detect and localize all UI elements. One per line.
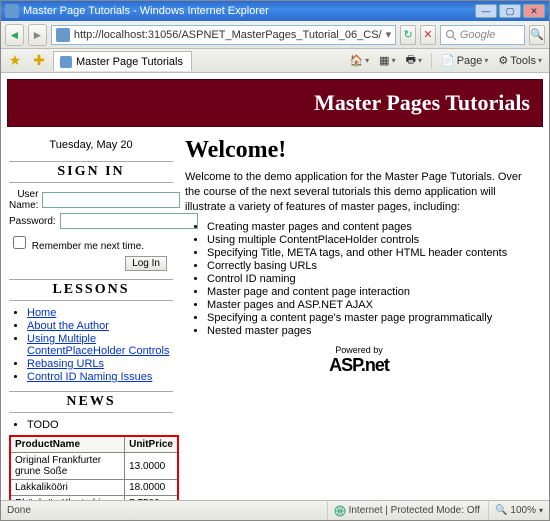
window-titlebar: Master Page Tutorials - Windows Internet… [1, 1, 549, 21]
aspnet-logo: ASP.net [185, 355, 533, 376]
address-url: http://localhost:31056/ASPNET_MasterPage… [74, 29, 382, 41]
list-item: About the Author [27, 320, 173, 332]
features-list: Creating master pages and content pages … [207, 221, 533, 337]
close-button[interactable]: ✕ [523, 4, 545, 18]
list-item: Correctly basing URLs [207, 260, 533, 272]
page-menu[interactable]: 📄 Page ▾ [438, 54, 491, 67]
tab-label: Master Page Tutorials [76, 56, 183, 68]
user-name-label: User Name: [9, 189, 42, 211]
password-label: Password: [9, 216, 60, 227]
right-column: Welcome! Welcome to the demo application… [179, 127, 543, 500]
page-banner: Master Pages Tutorials [7, 79, 543, 127]
status-bar: Done Internet | Protected Mode: Off 🔍100… [1, 500, 549, 520]
page-title: Welcome! [185, 137, 533, 164]
tools-menu[interactable]: ⚙ Tools ▾ [495, 54, 545, 67]
search-placeholder: Google [460, 29, 495, 41]
signin-heading: SIGN IN [9, 161, 173, 183]
list-item: TODO [27, 419, 173, 431]
lesson-link[interactable]: Rebasing URLs [27, 358, 104, 370]
search-go-button[interactable]: 🔍 [529, 25, 545, 45]
table-row: Lakkalikööri18.0000 [10, 480, 178, 496]
lesson-link[interactable]: Home [27, 307, 56, 319]
list-item: Master pages and ASP.NET AJAX [207, 299, 533, 311]
remember-label: Remember me next time. [32, 241, 144, 252]
news-list: TODO [27, 419, 173, 431]
feeds-button[interactable]: ▦▾ [376, 54, 398, 67]
lessons-list: Home About the Author Using Multiple Con… [27, 307, 173, 383]
status-left: Done [7, 505, 31, 516]
forward-button[interactable]: ► [28, 24, 47, 46]
login-button[interactable]: Log In [125, 256, 167, 271]
address-bar[interactable]: http://localhost:31056/ASPNET_MasterPage… [51, 25, 396, 45]
minimize-button[interactable]: — [475, 4, 497, 18]
list-item: Nested master pages [207, 325, 533, 337]
left-column: Tuesday, May 20 SIGN IN User Name: Passw… [7, 127, 179, 500]
list-item: Master page and content page interaction [207, 286, 533, 298]
products-grid: ProductName UnitPrice Original Frankfurt… [9, 435, 179, 500]
date-label: Tuesday, May 20 [9, 139, 173, 151]
page-viewport: Master Pages Tutorials Tuesday, May 20 S… [1, 73, 549, 500]
intro-text: Welcome to the demo application for the … [185, 170, 533, 215]
remember-checkbox[interactable] [13, 236, 26, 249]
list-item: Home [27, 307, 173, 319]
globe-icon [334, 505, 346, 517]
col-unitprice: UnitPrice [125, 436, 178, 453]
tab-active[interactable]: Master Page Tutorials [53, 51, 192, 71]
address-dropdown-icon[interactable]: ▾ [386, 28, 392, 41]
list-item: Control ID Naming Issues [27, 371, 173, 383]
col-productname: ProductName [10, 436, 125, 453]
nav-toolbar: ◄ ► http://localhost:31056/ASPNET_Master… [1, 21, 549, 49]
favorites-icon[interactable]: ★ [5, 51, 25, 71]
news-heading: NEWS [9, 391, 173, 413]
table-row: Original Frankfurter grune Soße13.0000 [10, 453, 178, 480]
window-title: Master Page Tutorials - Windows Internet… [23, 5, 269, 17]
lesson-link[interactable]: Using Multiple ContentPlaceHolder Contro… [27, 333, 169, 357]
list-item: Creating master pages and content pages [207, 221, 533, 233]
list-item: Rebasing URLs [27, 358, 173, 370]
maximize-button[interactable]: ▢ [499, 4, 521, 18]
list-item: Using Multiple ContentPlaceHolder Contro… [27, 333, 173, 357]
stop-button[interactable]: ✕ [420, 25, 436, 45]
table-row: Rhönbräu Klosterbier7.7500 [10, 496, 178, 501]
add-favorite-icon[interactable]: ✚ [29, 51, 49, 71]
list-item: Using multiple ContentPlaceHolder contro… [207, 234, 533, 246]
site-favicon [56, 28, 70, 42]
list-item: Control ID naming [207, 273, 533, 285]
powered-by: Powered by ASP.net [185, 345, 533, 376]
search-box[interactable]: Google [440, 25, 525, 45]
status-zoom[interactable]: 🔍100%▾ [488, 501, 543, 520]
user-name-input[interactable] [42, 192, 180, 208]
print-button[interactable]: 🖶▾ [403, 51, 425, 70]
search-icon [445, 29, 457, 41]
refresh-button[interactable]: ↻ [400, 25, 416, 45]
lesson-link[interactable]: Control ID Naming Issues [27, 371, 152, 383]
home-button[interactable]: 🏠▾ [346, 54, 372, 67]
list-item: Specifying Title, META tags, and other H… [207, 247, 533, 259]
back-button[interactable]: ◄ [5, 24, 24, 46]
powered-label: Powered by [185, 345, 533, 355]
lessons-heading: LESSONS [9, 279, 173, 301]
password-input[interactable] [60, 213, 198, 229]
list-item: Specifying a content page's master page … [207, 312, 533, 324]
lesson-link[interactable]: About the Author [27, 320, 109, 332]
tab-favicon [60, 56, 72, 68]
status-zone: Internet | Protected Mode: Off [327, 501, 480, 520]
window-favicon [5, 4, 19, 18]
tab-toolbar: ★ ✚ Master Page Tutorials 🏠▾ ▦▾ 🖶▾ 📄 Pag… [1, 49, 549, 73]
news-item: TODO [27, 419, 59, 431]
table-header-row: ProductName UnitPrice [10, 436, 178, 453]
